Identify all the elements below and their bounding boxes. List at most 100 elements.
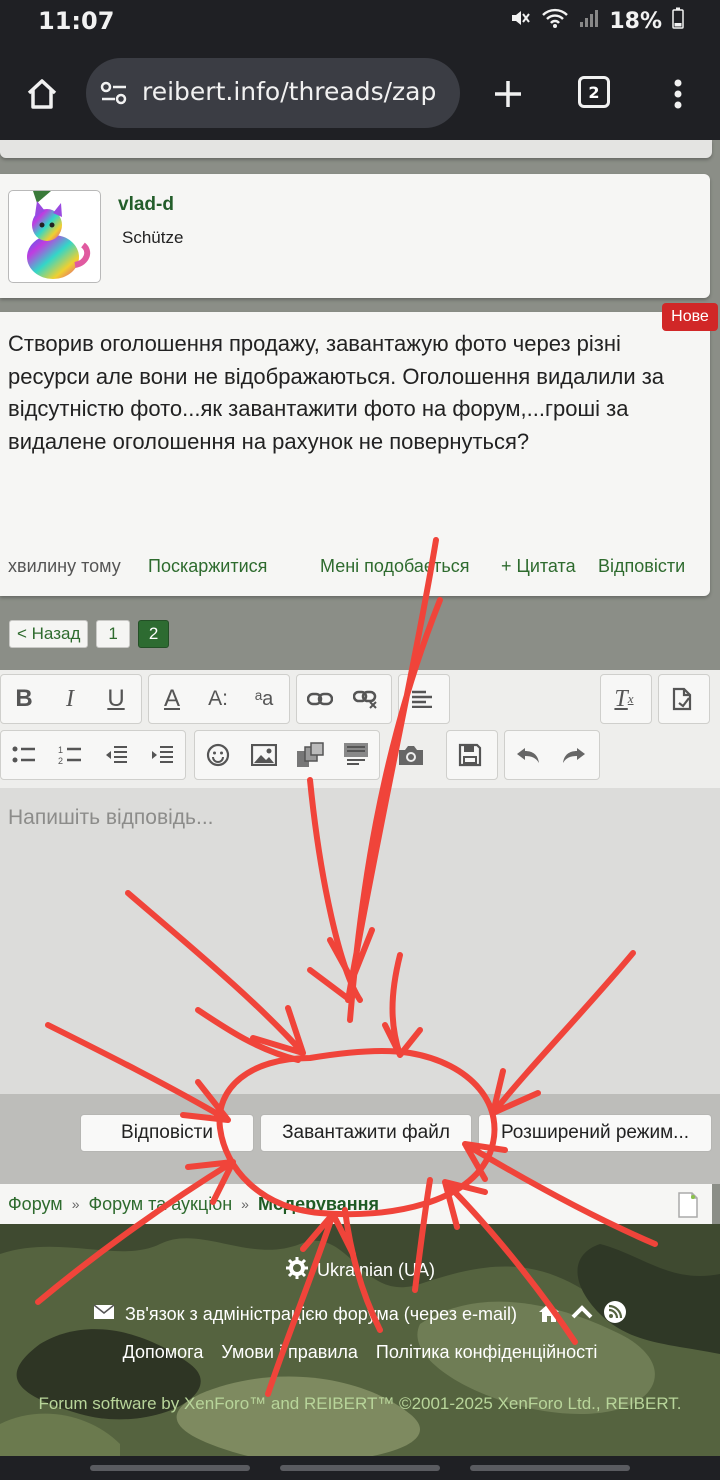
status-icons: 18% [509, 7, 684, 35]
breadcrumb-current[interactable]: Модерування [258, 1194, 379, 1215]
text-color-icon[interactable]: A [149, 675, 195, 723]
nav-handle [90, 1465, 250, 1471]
previous-post-edge [0, 140, 712, 158]
avatar[interactable] [8, 190, 101, 283]
post-text: Створив оголошення продажу, завантажую ф… [8, 331, 665, 454]
browser-toolbar: reibert.info/threads/zap 2 [0, 48, 720, 140]
list-group: 12 [0, 730, 186, 780]
link-icon[interactable] [297, 675, 343, 723]
outdent-icon[interactable] [93, 731, 139, 779]
svg-text:1: 1 [58, 745, 63, 755]
smiley-icon[interactable] [195, 731, 241, 779]
clock: 11:07 [38, 7, 115, 35]
history-group [504, 730, 600, 780]
nav-handle [470, 1465, 630, 1471]
editor-toolbar: B I U A A: ᵃa T x 1 2 [0, 670, 720, 788]
help-link[interactable]: Допомога [123, 1342, 204, 1363]
camera-icon[interactable] [388, 731, 434, 779]
svg-text:2: 2 [58, 756, 63, 766]
page-button-1[interactable]: 1 [96, 620, 130, 648]
breadcrumb-separator: » [71, 1196, 80, 1212]
upload-file-button[interactable]: Завантажити файл [260, 1114, 472, 1152]
redo-icon[interactable] [551, 731, 597, 779]
page-prev-button[interactable]: < Назад [9, 620, 89, 648]
link-group [296, 674, 392, 724]
post-message: Створив оголошення продажу, завантажую ф… [0, 312, 710, 596]
undo-icon[interactable] [505, 731, 551, 779]
menu-button[interactable] [652, 68, 704, 120]
footer-links: Допомога Умови і правила Політика конфід… [0, 1342, 720, 1363]
copyright: Forum software by XenForo™ and REIBERT™ … [38, 1394, 682, 1413]
privacy-link[interactable]: Політика конфіденційності [376, 1342, 597, 1363]
media-icon[interactable] [287, 731, 333, 779]
image-icon[interactable] [241, 731, 287, 779]
reply-textarea[interactable]: Напишіть відповідь... [0, 788, 720, 1094]
clear-format-group: Tx [600, 674, 652, 724]
page-button-2[interactable]: 2 [137, 620, 170, 648]
remove-format-icon[interactable]: Tx [601, 675, 647, 723]
home-button[interactable] [16, 68, 68, 120]
save-draft-icon[interactable] [447, 731, 493, 779]
user-title: Schütze [122, 228, 184, 247]
mail-icon [93, 1304, 115, 1325]
font-size-icon[interactable]: A: [195, 675, 241, 723]
editor-actions: Відповісти Завантажити файл Розширений р… [0, 1094, 720, 1184]
report-link[interactable]: Поскаржитися [148, 556, 267, 577]
address-bar[interactable]: reibert.info/threads/zap [86, 58, 460, 128]
indent-icon[interactable] [139, 731, 185, 779]
italic-icon[interactable]: I [47, 675, 93, 723]
language-chooser[interactable]: Ukrainian (UA) [0, 1256, 720, 1285]
contact-row: Зв'язок з адміністрацією форума (через e… [0, 1300, 720, 1329]
align-group [398, 674, 450, 724]
new-tab-button[interactable] [482, 68, 534, 120]
toggle-bbcode-icon[interactable] [659, 675, 705, 723]
home-footer-icon[interactable] [537, 1301, 561, 1328]
gear-icon [285, 1256, 309, 1285]
save-group [446, 730, 498, 780]
breadcrumb-separator: » [241, 1196, 249, 1212]
unlink-icon[interactable] [343, 675, 389, 723]
breadcrumb-item[interactable]: Форум та аукціон [88, 1194, 232, 1215]
mute-icon [509, 7, 531, 35]
signal-icon [579, 7, 599, 35]
numbered-list-icon[interactable]: 12 [47, 731, 93, 779]
font-family-icon[interactable]: ᵃa [241, 675, 287, 723]
terms-link[interactable]: Умови і правила [221, 1342, 358, 1363]
bold-icon[interactable]: B [1, 675, 47, 723]
reply-link[interactable]: Відповісти [598, 556, 685, 577]
insert-group [194, 730, 380, 780]
tab-switcher-button[interactable]: 2 [578, 76, 610, 108]
format-group: B I U [0, 674, 142, 724]
post-time[interactable]: хвилину тому [8, 556, 121, 577]
pagination: < Назад 1 2 [9, 620, 170, 650]
quote-link[interactable]: + Цитата [501, 556, 576, 577]
advanced-mode-button[interactable]: Розширений режим... [478, 1114, 712, 1152]
new-badge: Нове [662, 303, 718, 331]
rss-page-icon[interactable] [678, 1192, 698, 1223]
contact-link[interactable]: Зв'язок з адміністрацією форума (через e… [125, 1304, 517, 1325]
underline-icon[interactable]: U [93, 675, 139, 723]
like-link[interactable]: Мені подобається [320, 556, 469, 577]
font-group: A A: ᵃa [148, 674, 290, 724]
bbcode-group [658, 674, 710, 724]
breadcrumb-item[interactable]: Форум [8, 1194, 63, 1215]
align-icon[interactable] [399, 675, 445, 723]
language-label: Ukrainian (UA) [316, 1260, 436, 1280]
scroll-top-icon[interactable] [571, 1304, 593, 1325]
battery-icon [672, 7, 684, 35]
template-icon[interactable] [333, 731, 379, 779]
page-content: vlad-d Schütze Створив оголошення продаж… [0, 140, 720, 1456]
plus-icon [495, 81, 521, 107]
site-settings-icon [100, 81, 127, 105]
post-author-card: vlad-d Schütze [0, 174, 710, 298]
nav-handle [280, 1465, 440, 1471]
reply-submit-button[interactable]: Відповісти [80, 1114, 254, 1152]
battery-level: 18% [609, 8, 662, 34]
wifi-icon [541, 7, 569, 35]
bullet-list-icon[interactable] [1, 731, 47, 779]
rss-icon[interactable] [603, 1300, 627, 1329]
reply-editor: B I U A A: ᵃa T x 1 2 Напишіть відповідь… [0, 670, 720, 1094]
home-icon [27, 79, 57, 109]
post-username[interactable]: vlad-d [118, 194, 174, 216]
url-text: reibert.info/threads/zap [142, 77, 437, 106]
